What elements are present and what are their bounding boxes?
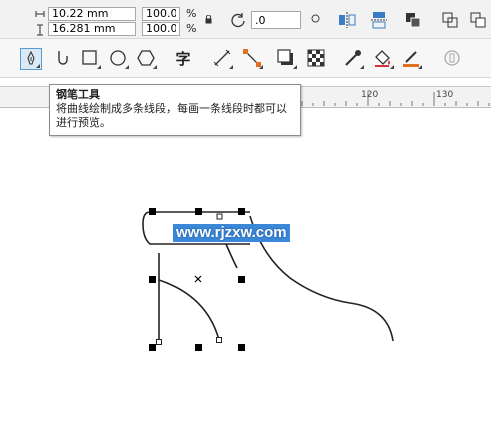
- flyout-indicator: [259, 65, 263, 69]
- arc-stroke[interactable]: [158, 279, 220, 341]
- weld-icon[interactable]: [442, 12, 458, 28]
- ellipse-tool-button[interactable]: [108, 48, 130, 70]
- tooltip: 钢笔工具 将曲线绘制成多条线段，每画一条线段时都可以进行预览。: [49, 84, 301, 136]
- rotation-field[interactable]: [251, 11, 301, 29]
- tooltip-title: 钢笔工具: [56, 88, 100, 101]
- polygon-tool-button[interactable]: [136, 48, 158, 70]
- flyout-indicator: [153, 65, 157, 69]
- ruler-label: 130: [436, 90, 454, 100]
- drop-shadow-tool-button[interactable]: [276, 48, 298, 70]
- flyout-indicator: [360, 65, 364, 69]
- flyout-indicator: [97, 65, 101, 69]
- eyedropper-tool-button[interactable]: [343, 48, 365, 70]
- text-tool-icon: 字: [175, 50, 191, 68]
- ruler-label: 120: [361, 90, 379, 100]
- width-arrow-icon: [35, 11, 45, 17]
- flyout-indicator: [229, 65, 233, 69]
- pen-tool-button[interactable]: [20, 48, 42, 70]
- flyout-indicator: [293, 65, 297, 69]
- width-field[interactable]: [48, 7, 136, 21]
- transparency-tool-button[interactable]: [306, 48, 328, 70]
- hook-icon: [58, 51, 68, 65]
- height-field[interactable]: [48, 22, 136, 36]
- lock-object-button[interactable]: [442, 48, 464, 70]
- fill-tool-button[interactable]: [373, 48, 395, 70]
- connector-tool-button[interactable]: [242, 48, 264, 70]
- scale-x-field[interactable]: [142, 7, 180, 21]
- hook-tool-button[interactable]: [52, 48, 74, 70]
- mirror-vertical-icon[interactable]: [370, 11, 388, 29]
- dimension-tool-button[interactable]: [212, 48, 234, 70]
- flyout-indicator: [418, 65, 422, 69]
- text-tool-button[interactable]: 字: [172, 48, 194, 70]
- drawing-canvas[interactable]: [0, 106, 491, 430]
- center-mark-icon: [194, 275, 202, 283]
- flyout-indicator: [36, 64, 40, 68]
- scale-x-unit: %: [186, 7, 197, 20]
- height-arrow-icon: [37, 24, 43, 36]
- watermark: www.rjzxw.com: [173, 224, 290, 242]
- trim-icon[interactable]: [470, 12, 486, 28]
- toolbox: 字: [0, 39, 491, 78]
- scale-y-field[interactable]: [142, 22, 180, 36]
- flyout-indicator: [125, 65, 129, 69]
- lock-object-icon: [444, 50, 460, 66]
- tooltip-body: 将曲线绘制成多条线段，每画一条线段时都可以进行预览。: [56, 102, 287, 129]
- shape-tail[interactable]: [225, 243, 238, 269]
- property-bar: % %: [0, 0, 491, 39]
- lock-icon[interactable]: [205, 15, 212, 24]
- outline-tool-button[interactable]: [401, 48, 423, 70]
- transparency-icon: [307, 49, 325, 67]
- mirror-horizontal-icon[interactable]: [338, 11, 356, 29]
- rectangle-tool-button[interactable]: [80, 48, 102, 70]
- rotate-icon: [231, 13, 245, 28]
- flyout-indicator: [390, 65, 394, 69]
- scale-y-unit: %: [186, 22, 197, 35]
- circle-icon[interactable]: [311, 14, 320, 23]
- arrange-icon[interactable]: [405, 12, 421, 28]
